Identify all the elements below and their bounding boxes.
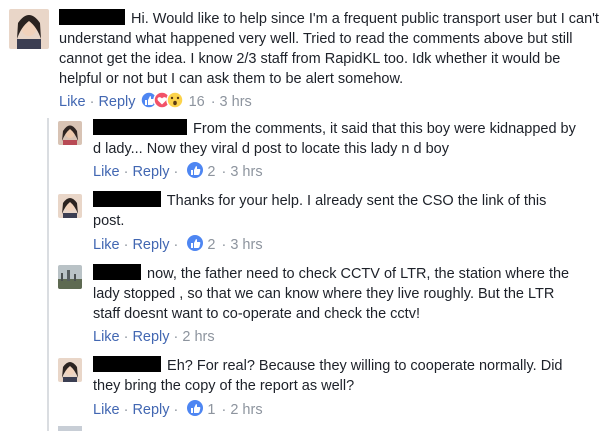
reaction-count[interactable]: 2 xyxy=(207,164,215,180)
timestamp[interactable]: 2 hrs xyxy=(182,329,214,345)
like-icon xyxy=(187,400,204,416)
timestamp[interactable]: 3 hrs xyxy=(230,164,262,180)
author-name[interactable] xyxy=(93,264,141,280)
like-button[interactable]: Like xyxy=(93,164,120,180)
reaction-icons[interactable] xyxy=(186,399,204,423)
comment-text: Eh? For real? Because they willing to co… xyxy=(93,358,563,394)
reaction-icons[interactable] xyxy=(139,91,186,115)
avatar[interactable] xyxy=(9,9,49,49)
comment-body: Eh? For real? Because they willing to co… xyxy=(93,356,576,396)
wow-icon xyxy=(165,91,184,109)
like-icon xyxy=(187,235,204,251)
comment-actions: Like · Reply · 1 · 2 hrs xyxy=(93,399,263,423)
author-name[interactable] xyxy=(59,9,125,25)
comment-text: Hi. Would like to help since I'm a frequ… xyxy=(59,11,599,87)
reaction-count[interactable]: 16 xyxy=(189,94,205,110)
comment-actions: Like · Reply · 2 · 3 hrs xyxy=(93,161,263,185)
avatar[interactable] xyxy=(58,426,82,431)
comment-body: now, the father need to check CCTV of LT… xyxy=(93,264,576,324)
comment-actions: Like · Reply · 2 hrs xyxy=(93,329,215,345)
timestamp[interactable]: 2 hrs xyxy=(230,402,262,418)
comment-body: From the comments, it said that this boy… xyxy=(93,119,576,159)
reaction-count[interactable]: 2 xyxy=(207,237,215,253)
like-icon xyxy=(187,162,204,178)
like-button[interactable]: Like xyxy=(59,94,86,110)
thread-connector-line xyxy=(47,118,49,431)
like-button[interactable]: Like xyxy=(93,329,120,345)
reply-button[interactable]: Reply xyxy=(132,164,169,180)
comment-actions: Like · Reply 16 · 3 hrs xyxy=(59,91,252,115)
comment-text: Thanks for your help. I already sent the… xyxy=(93,193,547,229)
avatar[interactable] xyxy=(58,121,82,145)
reaction-icons[interactable] xyxy=(186,234,204,258)
comment-actions: Like · Reply · 2 · 3 hrs xyxy=(93,234,263,258)
reply-button[interactable]: Reply xyxy=(98,94,135,110)
author-name[interactable] xyxy=(93,191,161,207)
reply-button[interactable]: Reply xyxy=(132,402,169,418)
comment-body: Thanks for your help. I already sent the… xyxy=(93,191,576,231)
timestamp[interactable]: 3 hrs xyxy=(220,94,252,110)
avatar[interactable] xyxy=(58,358,82,382)
timestamp[interactable]: 3 hrs xyxy=(230,237,262,253)
author-name[interactable] xyxy=(93,356,161,372)
avatar[interactable] xyxy=(58,194,82,218)
like-button[interactable]: Like xyxy=(93,237,120,253)
like-button[interactable]: Like xyxy=(93,402,120,418)
reaction-count[interactable]: 1 xyxy=(207,402,215,418)
avatar[interactable] xyxy=(58,265,82,289)
author-name[interactable] xyxy=(93,119,187,135)
comment-body: Hi. Would like to help since I'm a frequ… xyxy=(59,9,604,89)
reaction-icons[interactable] xyxy=(186,161,204,185)
reply-button[interactable]: Reply xyxy=(132,237,169,253)
reply-button[interactable]: Reply xyxy=(132,329,169,345)
comment-text: now, the father need to check CCTV of LT… xyxy=(93,266,570,322)
